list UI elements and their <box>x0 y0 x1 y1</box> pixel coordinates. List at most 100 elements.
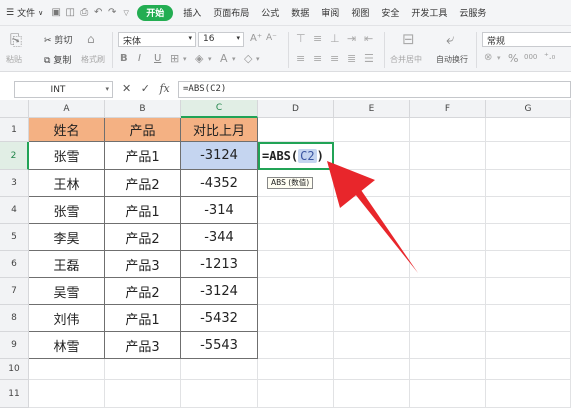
row-header-4[interactable]: 4 <box>0 197 29 224</box>
number-format-select[interactable]: 常规 <box>482 32 571 47</box>
column-header-d[interactable]: D <box>258 100 334 118</box>
header-cell[interactable]: 对比上月 <box>181 118 258 142</box>
cell-a4[interactable]: 张雪 <box>29 197 105 224</box>
active-edit-cell[interactable]: =ABS(C2) <box>258 142 334 170</box>
chevron-down-icon[interactable]: ▾ <box>497 54 501 62</box>
cell-d9[interactable] <box>258 332 334 359</box>
tab-home[interactable]: 开始 <box>137 4 174 21</box>
cell-a10[interactable] <box>29 359 105 380</box>
paste-icon[interactable]: ⎘ <box>10 31 22 49</box>
bold-button[interactable]: B <box>120 53 128 64</box>
column-header-a[interactable]: A <box>29 100 105 118</box>
cell-d7[interactable] <box>258 278 334 305</box>
save-icon[interactable]: ▣ <box>49 0 63 26</box>
name-box[interactable]: INT ▾ <box>14 81 113 98</box>
enter-icon[interactable]: ✓ <box>141 82 150 95</box>
merge-center-button[interactable]: 合并居中 <box>390 54 422 65</box>
align-bottom-icon[interactable]: ⊥ <box>330 32 340 45</box>
cell-e1[interactable] <box>334 118 410 142</box>
cell-b11[interactable] <box>105 380 181 408</box>
cell-g4[interactable] <box>486 197 571 224</box>
cell-f8[interactable] <box>410 305 486 332</box>
distributed-icon[interactable]: ☰ <box>364 52 374 65</box>
cell-c4[interactable]: -314 <box>181 197 258 224</box>
tab-formulas[interactable]: 公式 <box>255 0 285 26</box>
cell-b2[interactable]: 产品1 <box>105 142 181 170</box>
row-header-1[interactable]: 1 <box>0 118 29 142</box>
cell-b9[interactable]: 产品3 <box>105 332 181 359</box>
cell-e7[interactable] <box>334 278 410 305</box>
undo-icon[interactable]: ↶ <box>91 0 105 26</box>
wrap-text-button[interactable]: 自动换行 <box>436 54 468 65</box>
align-right-icon[interactable]: ≡ <box>330 52 339 65</box>
thousands-separator-button[interactable]: 000 <box>524 53 537 61</box>
cell-a8[interactable]: 刘伟 <box>29 305 105 332</box>
cell-f6[interactable] <box>410 251 486 278</box>
cell-d10[interactable] <box>258 359 334 380</box>
cell-a3[interactable]: 王林 <box>29 170 105 197</box>
cell-g9[interactable] <box>486 332 571 359</box>
outdent-icon[interactable]: ⇤ <box>364 32 373 45</box>
column-header-g[interactable]: G <box>486 100 571 118</box>
cell-f3[interactable] <box>410 170 486 197</box>
print-preview-icon[interactable]: ◫ <box>63 0 77 26</box>
cell-e8[interactable] <box>334 305 410 332</box>
tab-data[interactable]: 数据 <box>285 0 315 26</box>
cell-g5[interactable] <box>486 224 571 251</box>
cell-c7[interactable]: -3124 <box>181 278 258 305</box>
insert-function-icon[interactable]: fx <box>159 82 169 95</box>
cell-g6[interactable] <box>486 251 571 278</box>
align-top-icon[interactable]: ⊤ <box>296 32 306 45</box>
cell-f5[interactable] <box>410 224 486 251</box>
cancel-icon[interactable]: ✕ <box>122 82 131 95</box>
clear-format-icon[interactable]: ◇ <box>244 52 252 65</box>
align-middle-icon[interactable]: ≡ <box>313 32 322 45</box>
row-header-2[interactable]: 2 <box>0 142 29 170</box>
cell-g7[interactable] <box>486 278 571 305</box>
cell-f4[interactable] <box>410 197 486 224</box>
row-header-6[interactable]: 6 <box>0 251 29 278</box>
cell-g8[interactable] <box>486 305 571 332</box>
fill-color-icon[interactable]: ◈ <box>195 52 203 65</box>
percent-button[interactable]: % <box>508 52 518 65</box>
chevron-down-icon[interactable]: ▾ <box>232 55 236 63</box>
paste-button-label[interactable]: 粘贴 <box>6 54 22 65</box>
tab-view[interactable]: 视图 <box>345 0 375 26</box>
tab-security[interactable]: 安全 <box>375 0 405 26</box>
cell-f1[interactable] <box>410 118 486 142</box>
header-cell[interactable]: 产品 <box>105 118 181 142</box>
cell-a2[interactable]: 张雪 <box>29 142 105 170</box>
cell-b3[interactable]: 产品2 <box>105 170 181 197</box>
decrease-font-button[interactable]: A⁻ <box>266 33 277 43</box>
copy-button[interactable]: ⧉ 复制 <box>44 53 71 66</box>
cell-d8[interactable] <box>258 305 334 332</box>
cell-e2[interactable] <box>334 142 410 170</box>
cell-a11[interactable] <box>29 380 105 408</box>
font-size-select[interactable]: 16 ▾ <box>198 32 244 47</box>
cell-d5[interactable] <box>258 224 334 251</box>
cell-g11[interactable] <box>486 380 571 408</box>
cell-c6[interactable]: -1213 <box>181 251 258 278</box>
print-icon[interactable]: ⎙ <box>77 0 91 26</box>
cell-b7[interactable]: 产品2 <box>105 278 181 305</box>
cell-f11[interactable] <box>410 380 486 408</box>
tab-insert[interactable]: 插入 <box>177 0 207 26</box>
cell-d11[interactable] <box>258 380 334 408</box>
currency-icon[interactable]: ⊗ <box>484 52 492 63</box>
column-header-f[interactable]: F <box>410 100 486 118</box>
justify-icon[interactable]: ≣ <box>347 52 356 65</box>
tab-developer[interactable]: 开发工具 <box>405 0 453 26</box>
app-menu-button[interactable]: ☰ 文件 ∨ <box>0 0 49 26</box>
italic-button[interactable]: I <box>138 53 141 64</box>
cell-b10[interactable] <box>105 359 181 380</box>
merge-center-icon[interactable]: ⊟ <box>402 30 415 48</box>
cell-e4[interactable] <box>334 197 410 224</box>
cell-g10[interactable] <box>486 359 571 380</box>
chevron-down-icon[interactable]: ▾ <box>208 55 212 63</box>
format-painter-label[interactable]: 格式刷 <box>81 54 105 65</box>
cell-b8[interactable]: 产品1 <box>105 305 181 332</box>
cell-a5[interactable]: 李昊 <box>29 224 105 251</box>
tab-cloud[interactable]: 云服务 <box>453 0 492 26</box>
row-header-7[interactable]: 7 <box>0 278 29 305</box>
row-header-3[interactable]: 3 <box>0 170 29 197</box>
